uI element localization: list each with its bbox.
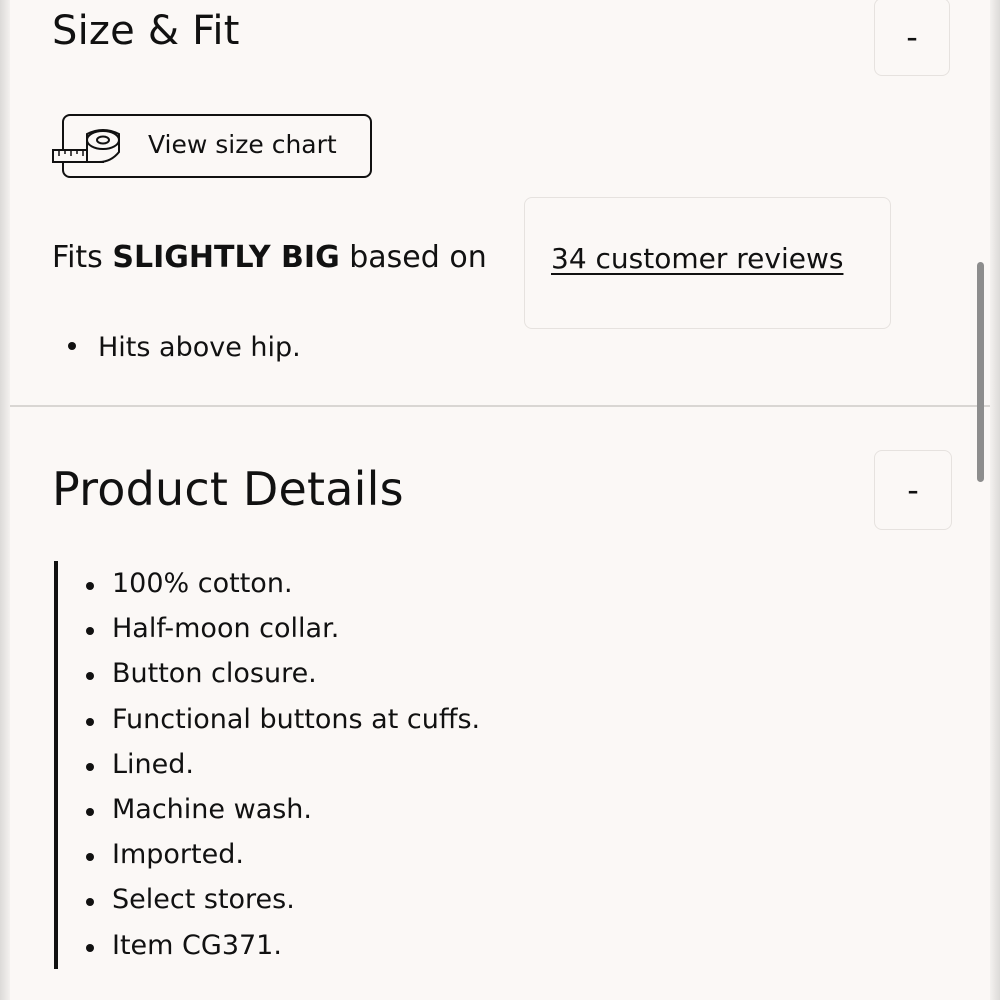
list-item-text: Select stores. <box>112 884 295 916</box>
fit-note-item: Hits above hip. <box>68 332 301 363</box>
list-item: Functional buttons at cuffs. <box>86 701 480 746</box>
bullet-icon <box>86 898 94 907</box>
list-item-text: Half-moon collar. <box>112 613 340 645</box>
list-item: Machine wash. <box>86 791 480 836</box>
fit-value: SLIGHTLY BIG <box>112 240 340 275</box>
product-details-list: 100% cotton. Half-moon collar. Button cl… <box>86 565 480 972</box>
minus-icon: - <box>906 18 918 56</box>
left-edge-shadow <box>0 0 10 1000</box>
size-fit-collapse-button[interactable]: - <box>874 0 950 76</box>
fit-suffix: based on <box>349 240 487 275</box>
size-fit-title: Size & Fit <box>52 8 240 54</box>
list-item: 100% cotton. <box>86 565 480 610</box>
fit-summary: Fits SLIGHTLY BIG based on <box>52 240 487 275</box>
customer-reviews-link[interactable]: 34 customer reviews <box>551 242 843 275</box>
list-item: Lined. <box>86 746 480 791</box>
bullet-icon <box>86 627 94 636</box>
list-item: Half-moon collar. <box>86 610 480 655</box>
bullet-icon <box>86 807 94 816</box>
bullet-icon <box>86 717 94 726</box>
bullet-icon <box>86 672 94 681</box>
product-info-page: Size & Fit - View size chart Fits SLIGHT… <box>0 0 1000 1000</box>
bullet-icon <box>86 943 94 952</box>
view-size-chart-label: View size chart <box>148 130 337 159</box>
right-edge-shadow <box>990 0 1000 1000</box>
list-item-text: Button closure. <box>112 658 317 690</box>
bullet-icon <box>86 762 94 771</box>
list-item: Button closure. <box>86 655 480 700</box>
section-divider <box>10 405 990 407</box>
list-item-text: 100% cotton. <box>112 568 293 599</box>
list-item: Imported. <box>86 836 480 881</box>
list-item-text: Item CG371. <box>112 929 282 961</box>
bullet-icon <box>86 853 94 862</box>
list-item: Select stores. <box>86 881 480 926</box>
list-item: Item CG371. <box>86 927 480 972</box>
list-item-text: Lined. <box>112 748 194 780</box>
product-details-title: Product Details <box>52 462 404 516</box>
fit-note-text: Hits above hip. <box>98 332 301 363</box>
fit-prefix: Fits <box>52 240 103 275</box>
list-item-text: Machine wash. <box>112 793 312 825</box>
list-item-text: Imported. <box>112 839 244 871</box>
list-item-text: Functional buttons at cuffs. <box>112 703 481 735</box>
minus-icon: - <box>907 471 919 509</box>
view-size-chart-button[interactable]: View size chart <box>52 114 372 178</box>
reviews-link-box[interactable]: 34 customer reviews <box>524 197 891 329</box>
product-details-list-container: 100% cotton. Half-moon collar. Button cl… <box>54 561 658 969</box>
bullet-icon <box>86 582 94 590</box>
scrollbar[interactable] <box>977 262 984 482</box>
product-details-collapse-button[interactable]: - <box>874 450 952 530</box>
measuring-tape-icon <box>52 129 120 163</box>
bullet-icon <box>68 341 76 350</box>
